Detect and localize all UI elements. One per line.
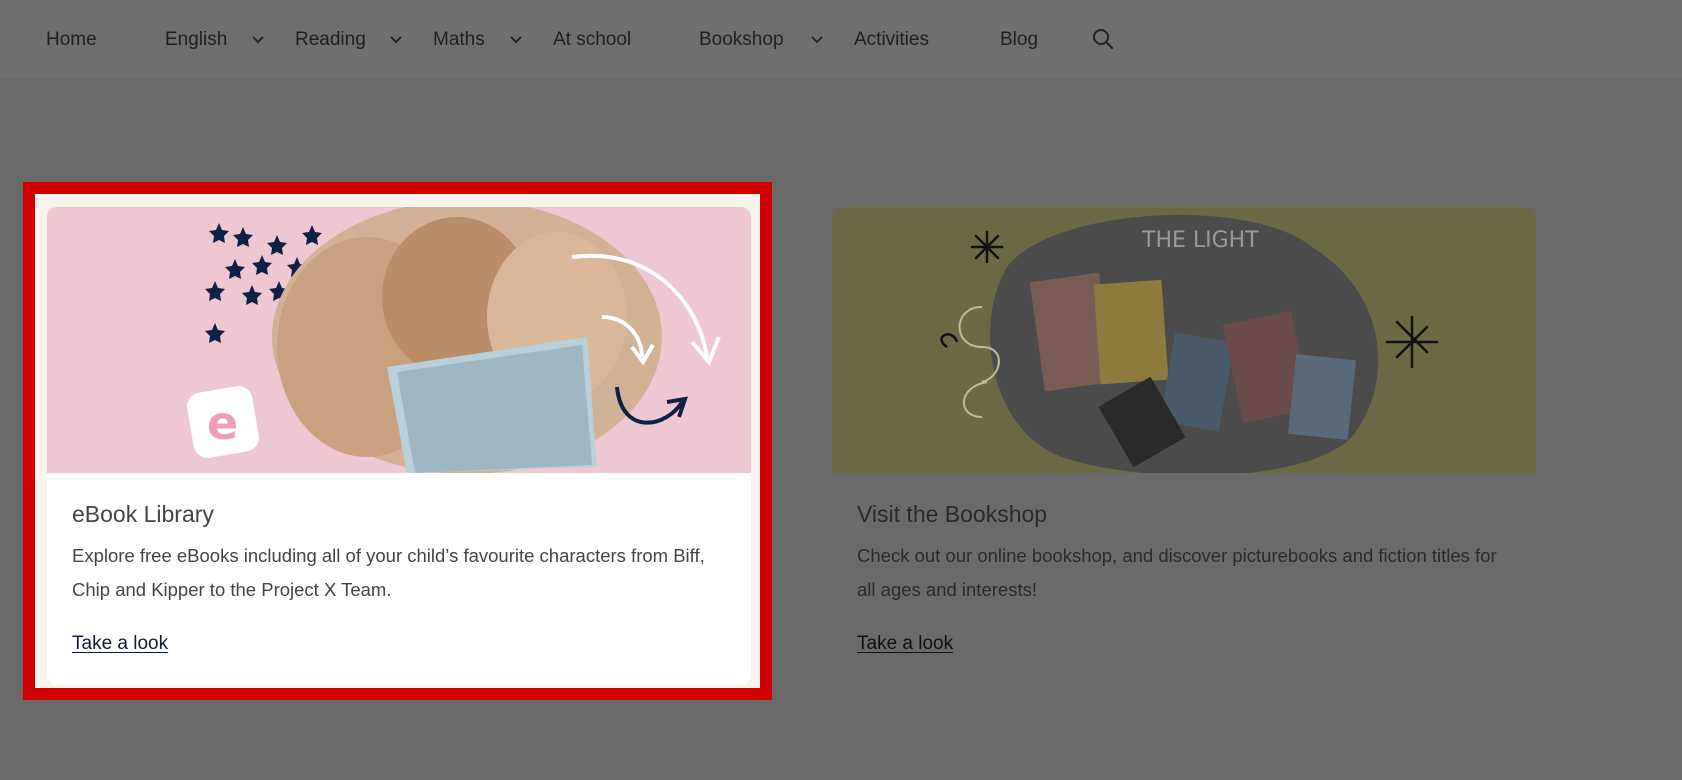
chevron-down-icon[interactable] <box>507 31 525 49</box>
card-description: Check out our online bookshop, and disco… <box>857 545 1497 600</box>
nav-maths[interactable]: Maths <box>433 27 485 53</box>
search-icon[interactable] <box>1091 27 1115 51</box>
take-a-look-link[interactable]: Take a look <box>857 633 953 655</box>
chevron-down-icon[interactable] <box>249 31 267 49</box>
main-navigation: Home English Reading Maths At school Boo… <box>0 0 1682 79</box>
nav-english[interactable]: English <box>165 27 227 53</box>
card-description: Explore free eBooks including all of you… <box>72 545 705 600</box>
nav-reading[interactable]: Reading <box>295 27 366 53</box>
nav-blog[interactable]: Blog <box>1000 27 1038 53</box>
ebook-library-card[interactable]: e eBook Library Explore free eBooks incl… <box>47 207 751 685</box>
take-a-look-link[interactable]: Take a look <box>72 633 168 655</box>
nav-bookshop[interactable]: Bookshop <box>699 27 784 53</box>
nav-activities[interactable]: Activities <box>854 27 929 53</box>
svg-text:THE LIGHT: THE LIGHT <box>1141 228 1259 253</box>
card-title: Visit the Bookshop <box>857 501 1048 527</box>
chevron-down-icon[interactable] <box>808 31 826 49</box>
card-title: eBook Library <box>72 501 214 527</box>
nav-at-school[interactable]: At school <box>553 27 631 53</box>
nav-home[interactable]: Home <box>46 27 97 53</box>
chevron-down-icon[interactable] <box>387 31 405 49</box>
svg-text:e: e <box>207 396 238 450</box>
bookshop-card[interactable]: THE LIGHT Visit the Bookshop Check out o… <box>832 207 1536 685</box>
ebook-library-image: e <box>47 207 751 473</box>
bookshop-image: THE LIGHT <box>832 207 1536 473</box>
